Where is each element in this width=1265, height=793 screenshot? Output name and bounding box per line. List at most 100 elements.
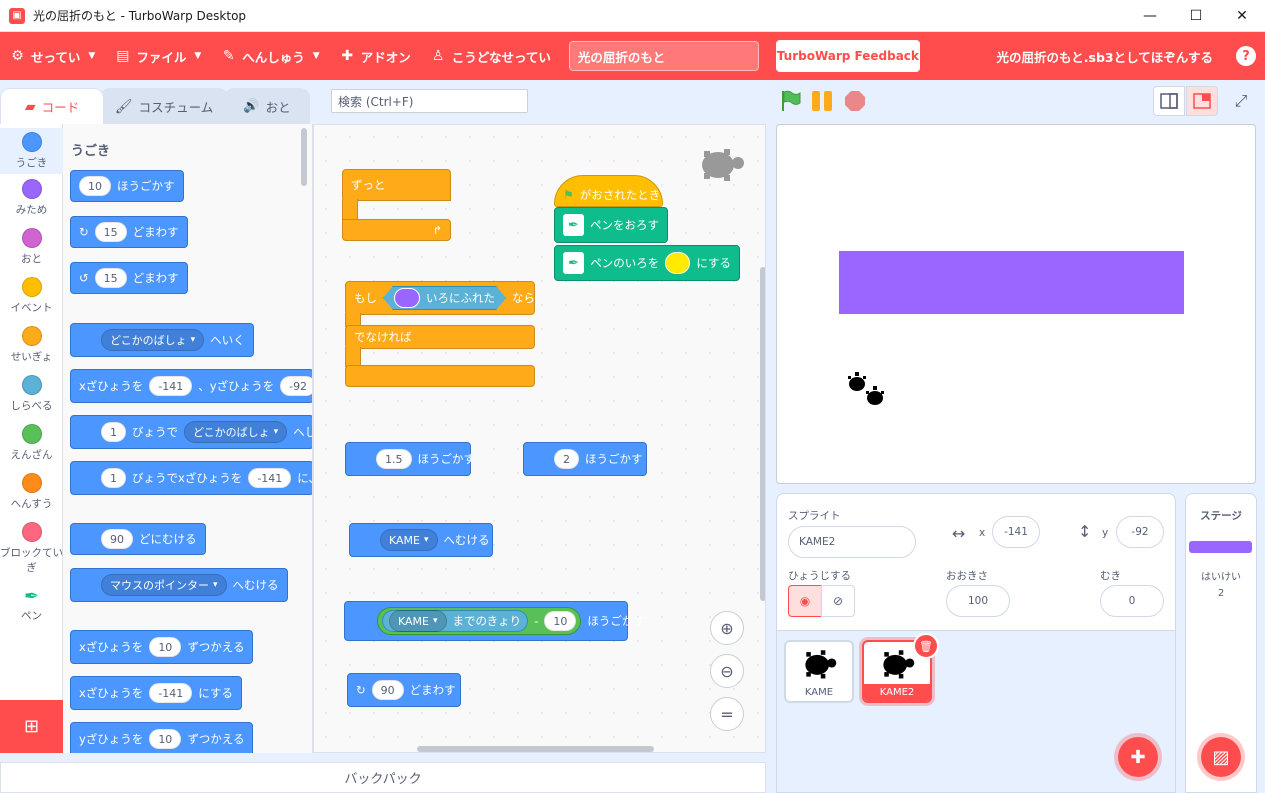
turn-right-block[interactable]: ↻ 90 どまわす	[347, 673, 461, 707]
pause-button[interactable]	[812, 91, 834, 111]
tab-code[interactable]: ▰ コード	[0, 88, 104, 124]
stage-thumbnail[interactable]	[1189, 541, 1252, 553]
point-towards-block[interactable]: KAME へむける	[349, 523, 493, 557]
advanced-settings-menu[interactable]: ♙ こうどなせってい	[421, 32, 561, 80]
touching-color-block[interactable]: いろにふれた	[383, 286, 506, 310]
category-sound[interactable]: おと	[0, 228, 63, 266]
block-goto[interactable]: どこかのばしょ へいく	[70, 323, 254, 357]
number-input[interactable]: 10	[149, 637, 182, 657]
move-steps-block[interactable]: 2 ほうごかす	[523, 442, 647, 476]
block-turn-right[interactable]: ↻ 15 どまわす	[70, 216, 188, 248]
file-menu[interactable]: ▤ ファイル ▼	[105, 32, 211, 80]
workspace-v-scrollbar[interactable]	[760, 267, 765, 601]
block-point-towards[interactable]: マウスのポインター へむける	[70, 568, 288, 602]
workspace-h-scrollbar[interactable]	[417, 746, 654, 752]
add-sprite-button[interactable]: ✚	[1114, 733, 1162, 781]
project-title-input[interactable]: 光の屈折のもと	[568, 41, 759, 71]
target-dropdown[interactable]: どこかのばしょ	[184, 421, 288, 443]
number-input[interactable]: 10	[149, 729, 182, 749]
hide-sprite-button[interactable]: ⊘	[821, 585, 855, 617]
if-else-block[interactable]: もし いろにふれた なら でなければ	[345, 281, 535, 391]
edit-menu[interactable]: ✎ へんしゅう ▼	[211, 32, 329, 80]
move-distance-block[interactable]: KAME までのきょり - 10 ほうごかす	[344, 601, 645, 641]
set-pen-color-block[interactable]: ✒ ペンのいろを にする	[554, 245, 740, 281]
block-change-x[interactable]: xざひょうを 10 ずつかえる	[70, 630, 254, 664]
number-input[interactable]: -141	[149, 376, 193, 396]
distance-to-block[interactable]: KAME までのきょり	[382, 610, 529, 632]
add-extension-button[interactable]: ⊞	[0, 700, 63, 753]
number-input[interactable]: 2	[554, 449, 579, 469]
category-motion[interactable]: うごき	[0, 128, 63, 174]
minimize-button[interactable]: —	[1127, 0, 1173, 32]
show-sprite-button[interactable]: ◉	[788, 585, 822, 617]
block-glide-xy[interactable]: 1 びょうでxざひょうを -141 に、y	[70, 461, 312, 495]
pen-color-swatch[interactable]	[665, 252, 691, 274]
fullscreen-button[interactable]: ⤢	[1227, 86, 1255, 116]
target-dropdown[interactable]: KAME	[389, 610, 447, 632]
number-input[interactable]: 1.5	[376, 449, 412, 469]
move-steps-block[interactable]: 1.5 ほうごかす	[345, 442, 475, 476]
tab-costumes[interactable]: 🖌 コスチューム	[100, 88, 228, 124]
sprite-card-kame[interactable]: KAME	[784, 640, 854, 703]
script-workspace[interactable]: ずっと ↱ もし いろにふれた なら でなければ ⚑ がおされたとき ✒ ペンを…	[313, 124, 766, 753]
number-input[interactable]: 1	[101, 468, 126, 488]
x-input[interactable]: -141	[992, 516, 1040, 548]
block-move-steps[interactable]: 10 ほうごかす	[70, 170, 184, 202]
forever-block[interactable]: ずっと ↱	[342, 169, 451, 241]
block-set-x[interactable]: xざひょうを -141 にする	[70, 676, 242, 710]
color-swatch[interactable]	[394, 288, 420, 308]
save-status[interactable]: 光の屈折のもと.sb3としてほぞんする	[997, 32, 1213, 80]
category-events[interactable]: イベント	[0, 277, 63, 315]
number-input[interactable]: 90	[371, 680, 404, 700]
number-input[interactable]: 15	[94, 222, 127, 242]
close-button[interactable]: ✕	[1219, 0, 1265, 32]
number-input[interactable]: 10	[79, 176, 111, 196]
category-operators[interactable]: えんざん	[0, 424, 63, 462]
block-change-y[interactable]: yざひょうを 10 ずつかえる	[70, 722, 254, 753]
maximize-button[interactable]: ☐	[1173, 0, 1219, 32]
delete-sprite-button[interactable]: 🗑	[913, 633, 939, 659]
stop-button[interactable]	[845, 91, 865, 111]
add-backdrop-button[interactable]: ▨	[1197, 733, 1245, 781]
palette-scrollbar[interactable]	[301, 128, 307, 186]
target-dropdown[interactable]: KAME	[380, 529, 438, 551]
when-flag-clicked-block[interactable]: ⚑ がおされたとき	[554, 175, 663, 207]
target-dropdown[interactable]: どこかのばしょ	[101, 329, 205, 351]
number-input[interactable]: 1	[101, 422, 126, 442]
sprite-name-input[interactable]: KAME2	[788, 526, 916, 558]
zoom-out-button[interactable]: ⊖	[710, 654, 744, 688]
y-input[interactable]: -92	[1116, 516, 1164, 548]
pen-down-block[interactable]: ✒ ペンをおろす	[554, 207, 668, 243]
category-control[interactable]: せいぎょ	[0, 326, 63, 364]
help-button[interactable]: ?	[1236, 46, 1256, 66]
category-my-blocks[interactable]: ブロックてい ぎ	[0, 522, 63, 575]
zoom-reset-button[interactable]: =	[710, 697, 744, 731]
category-pen[interactable]: ✒ ペン	[0, 586, 63, 623]
normal-stage-button[interactable]	[1186, 86, 1218, 116]
feedback-button[interactable]: TurboWarp Feedback	[775, 40, 920, 72]
block-glide[interactable]: 1 びょうで どこかのばしょ へし	[70, 415, 312, 449]
zoom-in-button[interactable]: ⊕	[710, 611, 744, 645]
category-variables[interactable]: へんすう	[0, 473, 63, 511]
small-stage-button[interactable]	[1153, 86, 1185, 116]
block-turn-left[interactable]: ↺ 15 どまわす	[70, 262, 188, 294]
category-sensing[interactable]: しらべる	[0, 375, 63, 413]
size-input[interactable]: 100	[946, 585, 1010, 617]
number-input[interactable]: -141	[149, 683, 193, 703]
green-flag-script[interactable]: ⚑ がおされたとき ✒ ペンをおろす ✒ ペンのいろを にする	[554, 163, 740, 283]
number-input[interactable]: 15	[94, 268, 127, 288]
number-input[interactable]: -92	[280, 376, 312, 396]
block-search-input[interactable]: 検索 (Ctrl+F)	[331, 89, 528, 113]
category-looks[interactable]: みため	[0, 179, 63, 217]
settings-menu[interactable]: ⚙ せってい ▼	[0, 32, 105, 80]
subtract-operator-block[interactable]: KAME までのきょり - 10	[377, 607, 582, 635]
block-point-direction[interactable]: 90 どにむける	[70, 523, 206, 555]
number-input[interactable]: -141	[248, 468, 292, 488]
tab-sounds[interactable]: 🔊 おと	[224, 88, 310, 124]
backpack-header[interactable]: バックパック	[0, 762, 766, 793]
direction-input[interactable]: 0	[1100, 585, 1164, 617]
number-input[interactable]: 90	[101, 529, 133, 549]
addons-menu[interactable]: ✚ アドオン	[330, 32, 421, 80]
number-input[interactable]: 10	[544, 611, 577, 631]
block-goto-xy[interactable]: xざひょうを -141 、yざひょうを -92 にす	[70, 369, 312, 403]
